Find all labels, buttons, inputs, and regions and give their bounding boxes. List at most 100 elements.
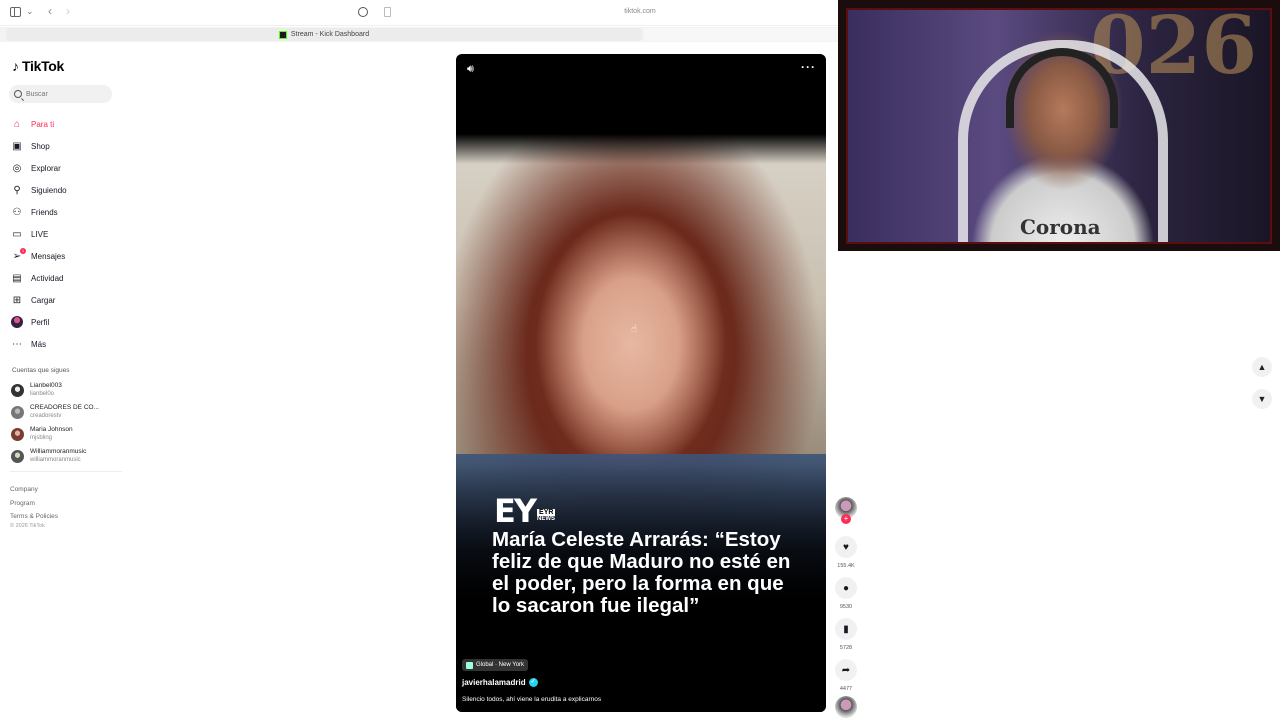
footer-link-terms[interactable]: Terms & Policies: [10, 510, 58, 524]
account-avatar: [11, 405, 24, 419]
home-icon: ⌂: [13, 118, 21, 130]
account-handle: creadorestv: [30, 413, 62, 419]
more-options-icon[interactable]: ···: [801, 60, 816, 74]
nav-item-para-ti[interactable]: ⌂ Para ti: [11, 113, 121, 135]
nav-label: Friends: [31, 207, 58, 217]
chevron-down-icon[interactable]: ⌄: [26, 6, 34, 17]
footer-link-program[interactable]: Program: [10, 497, 58, 511]
nav-item-mas[interactable]: ⋯ Más: [11, 333, 121, 355]
volume-icon[interactable]: 🔊︎: [467, 63, 479, 75]
next-video-button[interactable]: ▼: [1252, 389, 1272, 409]
live-icon: ▭: [12, 228, 22, 240]
nav-label: Shop: [31, 141, 50, 151]
forward-button[interactable]: ›: [66, 4, 70, 18]
brand-big: EY: [494, 492, 537, 530]
video-headline: María Celeste Arrarás: “Estoy feliz de q…: [492, 528, 791, 617]
nav-item-perfil[interactable]: Perfil: [11, 311, 121, 333]
action-bar: + ♥ 155.4K ● 9530 ▮ 5728 ➦ 4477: [835, 497, 859, 718]
comment-count: 9530: [839, 604, 853, 610]
location-icon: [466, 661, 473, 669]
account-handle: williammoranmusic: [30, 457, 81, 463]
friends-icon: ⚇: [12, 206, 22, 218]
footer-link-company[interactable]: Company: [10, 483, 58, 497]
nav-item-shop[interactable]: ▣ Shop: [11, 135, 121, 157]
mouse-cursor-icon: ☝︎: [631, 324, 638, 335]
nav-label: Perfil: [31, 317, 50, 327]
tab-empty[interactable]: [644, 28, 838, 41]
address-bar[interactable]: tiktok.com: [560, 8, 720, 15]
tab-bar: Stream - Kick Dashboard: [0, 27, 838, 42]
like-button[interactable]: ♥: [835, 536, 857, 558]
nav-label: Siguiendo: [31, 185, 67, 195]
previous-video-button[interactable]: ▲: [1252, 357, 1272, 377]
location-tag[interactable]: Global · New York: [462, 659, 529, 671]
nav-label: Explorar: [31, 163, 61, 173]
author-name: javierhalamadrid: [462, 678, 526, 687]
following-account[interactable]: CREADORES DE CO... creadorestv: [11, 401, 123, 423]
nav-label: LIVE: [31, 229, 49, 239]
chevron-up-icon: ▲: [1257, 362, 1267, 372]
video-fade-top: [456, 134, 826, 164]
search-icon: [14, 90, 22, 98]
tiktok-note-icon: ♪: [12, 58, 19, 74]
compass-icon: ◎: [12, 162, 22, 174]
location-label: Global · New York: [476, 662, 525, 668]
heart-icon: ♥: [843, 541, 849, 553]
nav-item-cargar[interactable]: ⊞ Cargar: [11, 289, 121, 311]
video-player[interactable]: 🔊︎ ··· ☝︎ EY EYR NEWS María Celeste Arra…: [456, 54, 826, 712]
share-button[interactable]: ➦: [835, 659, 857, 681]
back-button[interactable]: ‹: [48, 4, 52, 18]
messages-badge: 1: [20, 248, 26, 254]
privacy-icon[interactable]: [358, 7, 368, 17]
account-handle: lianbel0o: [30, 391, 55, 397]
nav-item-friends[interactable]: ⚇ Friends: [11, 201, 121, 223]
sidebar: ♪ TikTok ⌂ Para ti ▣ Shop ◎ Explorar ⚲ S…: [0, 42, 125, 720]
nav-item-mensajes[interactable]: ➢ 1 Mensajes: [11, 245, 121, 267]
nav-item-siguiendo[interactable]: ⚲ Siguiendo: [11, 179, 121, 201]
save-button[interactable]: ▮: [835, 618, 857, 640]
account-name: Williammoranmusic: [30, 448, 87, 455]
eyr-news-logo: EY EYR NEWS: [494, 492, 556, 530]
follow-plus-icon[interactable]: +: [841, 514, 851, 524]
search-input[interactable]: [26, 90, 106, 98]
shirt-logo-text: Corona: [1020, 215, 1101, 239]
tiktok-logo[interactable]: ♪ TikTok: [12, 58, 64, 74]
video-author[interactable]: javierhalamadrid ✓: [462, 678, 538, 687]
copyright: © 2026 TikTok: [10, 523, 45, 529]
account-name: Lianbel003: [30, 382, 62, 389]
sidebar-toggle-icon[interactable]: [10, 7, 21, 17]
chevron-down-icon: ▼: [1257, 394, 1267, 404]
tab-kick-dashboard[interactable]: Stream - Kick Dashboard: [6, 28, 642, 41]
nav-label: Más: [31, 339, 47, 349]
sound-avatar[interactable]: [835, 696, 857, 718]
webcam-feed: 026 Corona: [846, 8, 1272, 244]
share-icon: ➦: [841, 664, 851, 676]
following-account[interactable]: Maria Johnson mjsbling: [11, 423, 123, 445]
brand-small: EYR NEWS: [537, 509, 556, 522]
following-account[interactable]: Williammoranmusic williammoranmusic: [11, 445, 123, 467]
account-name: Maria Johnson: [30, 426, 73, 433]
nav-item-actividad[interactable]: ▤ Actividad: [11, 267, 121, 289]
activity-icon: ▤: [12, 272, 22, 284]
following-icon: ⚲: [13, 184, 21, 196]
nav-label: Cargar: [31, 295, 56, 305]
account-name: CREADORES DE CO...: [30, 404, 99, 411]
upload-icon: ⊞: [12, 294, 22, 306]
creator-avatar[interactable]: +: [835, 497, 857, 524]
tab-title: Stream - Kick Dashboard: [290, 31, 370, 38]
nav-label: Mensajes: [31, 251, 66, 261]
account-avatar: [11, 427, 24, 441]
comment-button[interactable]: ●: [835, 577, 857, 599]
following-account[interactable]: Lianbel003 lianbel0o: [11, 379, 123, 401]
bookmark-icon: ▮: [843, 623, 849, 635]
following-title: Cuentas que sigues: [12, 367, 70, 374]
search-box[interactable]: [9, 85, 112, 103]
kick-favicon-icon: [278, 30, 287, 39]
sidebar-divider: [10, 471, 122, 472]
account-avatar: [11, 449, 24, 463]
reader-icon[interactable]: [384, 7, 391, 17]
nav-item-live[interactable]: ▭ LIVE: [11, 223, 121, 245]
nav-label: Para ti: [31, 119, 55, 129]
nav-item-explorar[interactable]: ◎ Explorar: [11, 157, 121, 179]
comment-icon: ●: [842, 582, 850, 594]
